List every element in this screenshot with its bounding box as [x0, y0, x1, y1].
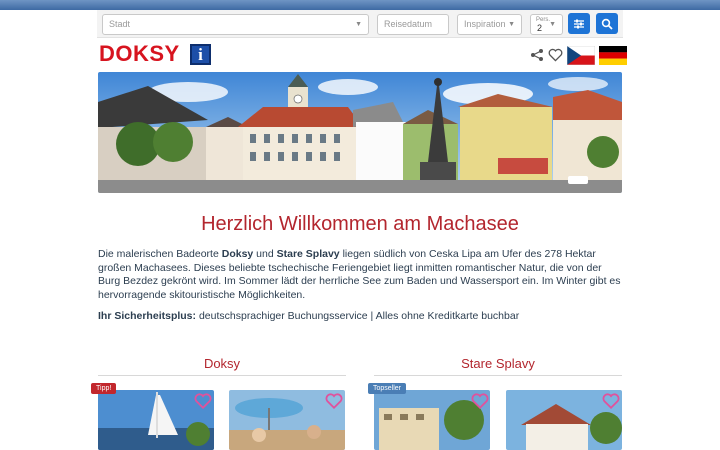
sliders-icon [574, 19, 584, 28]
city-select[interactable]: Stadt ▼ [102, 14, 369, 35]
intro-paragraph: Die malerischen Badeorte Doksy und Stare… [98, 248, 622, 302]
header-tools [530, 45, 627, 65]
search-button[interactable] [596, 13, 618, 34]
travel-date-input[interactable]: Reisedatum [377, 14, 449, 35]
info-icon[interactable]: i [190, 44, 211, 65]
search-bar: Stadt ▼ Reisedatum Inspiration ▼ Pers. 2… [97, 10, 623, 38]
favorite-heart-icon[interactable] [194, 393, 212, 409]
date-placeholder: Reisedatum [384, 19, 433, 29]
persons-value: 2 [537, 23, 543, 33]
inspiration-placeholder: Inspiration [464, 19, 506, 29]
city-placeholder: Stadt [109, 19, 131, 29]
top-accent-bar [0, 0, 720, 10]
intro-bold-stare-splavy: Stare Splavy [276, 248, 340, 260]
site-logo[interactable]: DOKSY [99, 43, 180, 65]
favorite-heart-icon[interactable] [471, 393, 489, 409]
tip-badge: Tipp! [91, 383, 117, 394]
persons-select[interactable]: Pers. 2 ▼ [530, 14, 563, 35]
safety-text: deutschsprachiger Buchungsservice | Alle… [196, 310, 520, 322]
banner-illustration [98, 72, 622, 193]
chevron-down-icon: ▼ [549, 21, 556, 28]
intro-text-1: Die malerischen Badeorte [98, 248, 222, 260]
german-flag-icon[interactable] [599, 45, 627, 65]
search-icon [601, 18, 613, 30]
heart-icon[interactable] [548, 48, 563, 62]
page-title: Herzlich Willkommen am Machasee [201, 213, 519, 235]
safety-note: Ihr Sicherheitsplus: deutschsprachiger B… [98, 310, 622, 322]
filter-button[interactable] [568, 13, 590, 34]
intro-text-2: und [253, 248, 277, 260]
chevron-down-icon: ▼ [508, 21, 515, 28]
section-title-doksy[interactable]: Doksy [98, 356, 346, 376]
czech-flag-icon[interactable] [567, 45, 595, 65]
section-title-stare-splavy[interactable]: Stare Splavy [374, 356, 622, 376]
topseller-badge: Topseller [368, 383, 407, 394]
chevron-down-icon: ▼ [355, 21, 362, 28]
inspiration-select[interactable]: Inspiration ▼ [457, 14, 522, 35]
share-icon[interactable] [530, 48, 544, 62]
intro-bold-doksy: Doksy [221, 248, 254, 260]
favorite-heart-icon[interactable] [602, 393, 620, 409]
favorite-heart-icon[interactable] [325, 393, 343, 409]
town-square-banner-image [98, 72, 622, 193]
safety-label: Ihr Sicherheitsplus: [98, 310, 197, 322]
